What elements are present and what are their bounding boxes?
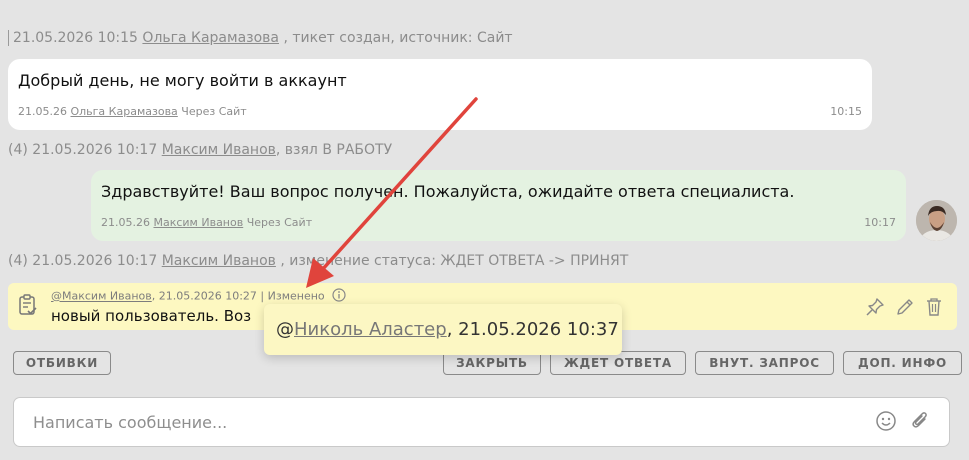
clipboard-note-icon xyxy=(18,294,38,320)
note-author-link[interactable]: @Максим Иванов xyxy=(51,290,152,303)
message-meta: 21.05.26 Ольга Карамазова Через Сайт xyxy=(18,105,247,118)
client-message: Добрый день, не могу войти в аккаунт 21.… xyxy=(8,59,872,130)
note-text: новый пользователь. Воз xyxy=(51,307,252,325)
note-date: , 21.05.2026 10:27 xyxy=(151,289,257,303)
tooltip-at: @ xyxy=(276,319,294,340)
message-date: 21.05.26 xyxy=(18,105,67,118)
event-text: , взял В РАБОТУ xyxy=(275,142,393,158)
attachment-icon[interactable] xyxy=(909,410,931,436)
message-meta: 21.05.26 Максим Иванов Через Сайт xyxy=(101,216,312,229)
event-author-link[interactable]: Максим Иванов xyxy=(162,142,276,158)
agent-message: Здравствуйте! Ваш вопрос получен. Пожалу… xyxy=(91,170,906,241)
message-time: 10:17 xyxy=(864,216,896,229)
note-meta: @Максим Иванов, 21.05.2026 10:27 | Измен… xyxy=(51,288,346,305)
event-prefix: (4) 21.05.2026 10:17 xyxy=(8,142,158,158)
message-input-placeholder: Написать сообщение... xyxy=(33,413,228,432)
message-text: Добрый день, не могу войти в аккаунт xyxy=(18,71,347,90)
note-edited-label: Изменено xyxy=(267,289,325,303)
event-prefix: (4) 21.05.2026 10:17 xyxy=(8,253,158,269)
message-text: Здравствуйте! Ваш вопрос получен. Пожалу… xyxy=(101,182,795,201)
event-text: , изменение статуса: ЖДЕТ ОТВЕТА -> ПРИН… xyxy=(280,253,629,269)
message-input[interactable]: Написать сообщение... xyxy=(13,397,950,447)
agent-avatar[interactable] xyxy=(916,200,957,241)
pin-icon[interactable] xyxy=(865,297,885,321)
info-icon[interactable] xyxy=(332,288,346,305)
internal-request-button[interactable]: ВНУТ. ЗАПРОС xyxy=(695,351,834,375)
edit-pencil-icon[interactable] xyxy=(895,297,915,321)
message-author-link[interactable]: Максим Иванов xyxy=(153,216,243,229)
event-ticket-created: 21.05.2026 10:15 Ольга Карамазова , тике… xyxy=(8,30,513,46)
note-separator: | xyxy=(260,289,265,303)
edited-by-tooltip: @Николь Аластер, 21.05.2026 10:37 xyxy=(264,304,622,355)
message-channel: Через Сайт xyxy=(246,216,313,229)
event-date: 21.05.2026 10:15 xyxy=(13,30,138,46)
tooltip-date: , 21.05.2026 10:37 xyxy=(446,319,619,340)
composer-area: Написать сообщение... xyxy=(0,386,969,460)
event-text: , тикет создан, источник: Сайт xyxy=(283,30,513,46)
trash-icon[interactable] xyxy=(925,297,943,321)
emoji-icon[interactable] xyxy=(875,410,897,436)
more-info-button[interactable]: ДОП. ИНФО xyxy=(843,351,962,375)
composer-icons xyxy=(875,410,931,436)
note-actions xyxy=(865,297,943,321)
event-author-link[interactable]: Ольга Карамазова xyxy=(142,30,279,46)
otbivki-button[interactable]: ОТБИВКИ xyxy=(13,351,111,375)
tooltip-author-link[interactable]: Николь Аластер xyxy=(294,319,447,340)
event-taken-in-work: (4) 21.05.2026 10:17 Максим Иванов, взял… xyxy=(8,142,392,158)
message-author-link[interactable]: Ольга Карамазова xyxy=(70,105,177,118)
event-author-link[interactable]: Максим Иванов xyxy=(162,253,276,269)
event-status-change: (4) 21.05.2026 10:17 Максим Иванов , изм… xyxy=(8,253,628,269)
avatar-photo xyxy=(916,200,957,241)
message-channel: Через Сайт xyxy=(181,105,247,118)
message-date: 21.05.26 xyxy=(101,216,150,229)
message-time: 10:15 xyxy=(830,105,862,118)
